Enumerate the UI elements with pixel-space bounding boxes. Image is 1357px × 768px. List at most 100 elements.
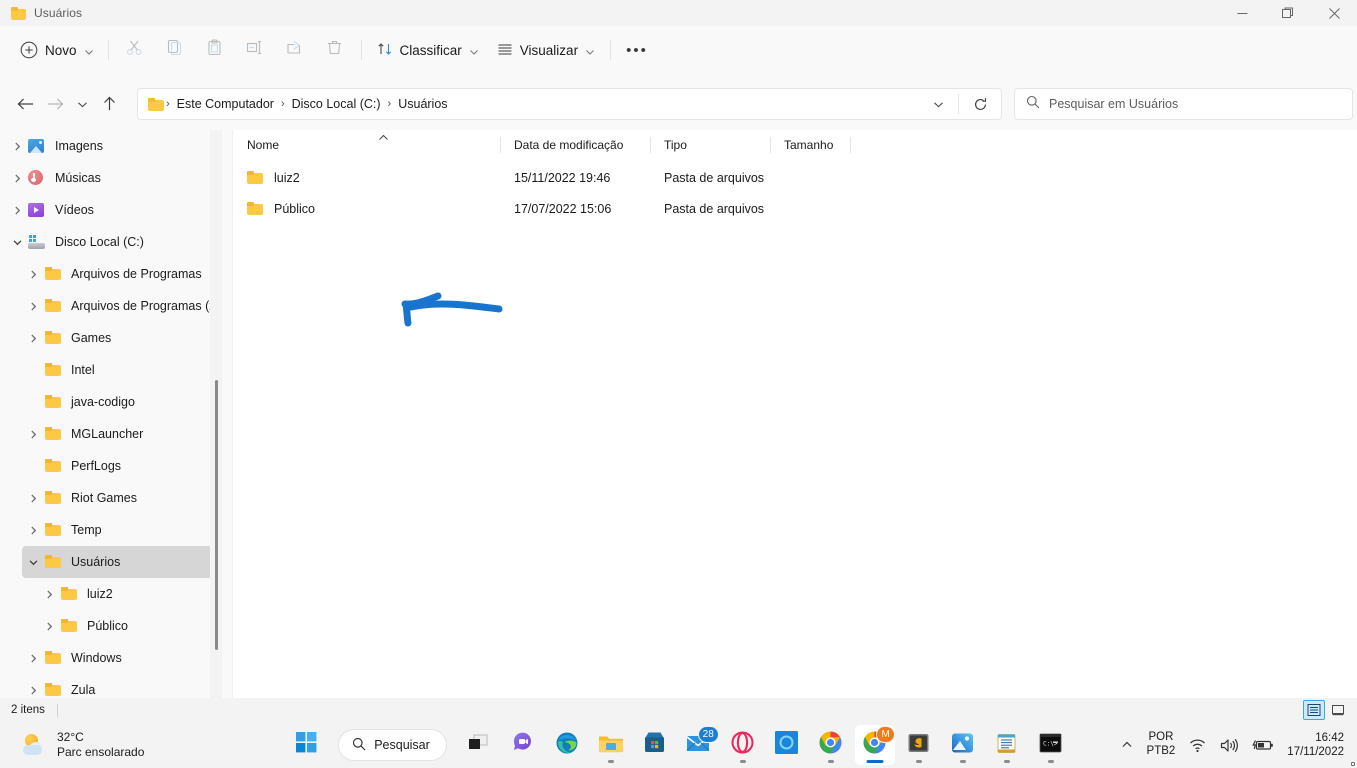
chevron-right-icon[interactable] [22, 258, 44, 290]
file-explorer-window: Usuários Novo Classificar Visualizar •••… [0, 0, 1357, 722]
chevron-right-icon[interactable] [22, 418, 44, 450]
chrome-icon [819, 731, 842, 759]
more-options-button[interactable]: ••• [617, 34, 657, 66]
new-button-label: Novo [45, 42, 77, 58]
tray-overflow-button[interactable] [1114, 728, 1140, 762]
taskbar-app-file-explorer[interactable] [591, 725, 631, 765]
breadcrumb-item-0[interactable]: Este Computador [172, 94, 279, 114]
sidebar-item-arquivos-de-programas-x86[interactable]: Arquivos de Programas (x86) [22, 290, 222, 322]
search-input[interactable]: Pesquisar em Usuários [1014, 88, 1353, 120]
chevron-right-icon[interactable] [6, 162, 28, 194]
sidebar-item-disco-local-c[interactable]: Disco Local (C:) [6, 226, 214, 258]
sidebar-item-imagens[interactable]: Imagens [6, 130, 214, 162]
up-button[interactable] [94, 89, 124, 119]
taskbar-app-photos[interactable] [943, 725, 983, 765]
taskbar-app-chrome-profile[interactable] [811, 725, 851, 765]
address-dropdown-button[interactable] [926, 89, 950, 119]
delete-button[interactable] [315, 34, 355, 66]
taskbar-app-microsoft-edge[interactable] [547, 725, 587, 765]
refresh-button[interactable] [965, 89, 995, 119]
sidebar-item-m-sicas[interactable]: Músicas [6, 162, 214, 194]
chevron-right-icon[interactable] [6, 194, 28, 226]
sort-button[interactable]: Classificar [368, 34, 488, 66]
video-icon [28, 202, 46, 218]
column-header-name[interactable]: Nome [233, 130, 500, 159]
sidebar-item-riot-games[interactable]: Riot Games [22, 482, 214, 514]
taskbar-search-label: Pesquisar [374, 738, 430, 752]
taskbar-app-mail[interactable]: 28 [679, 725, 719, 765]
minimize-button[interactable] [1219, 0, 1265, 26]
system-tray: POR PTB2 16:42 17/11/2022 [1114, 722, 1357, 768]
taskbar-app-task-view[interactable] [459, 725, 499, 765]
column-header-size[interactable]: Tamanho [770, 130, 850, 159]
sidebar-item-p-blico[interactable]: Público [38, 610, 214, 642]
chevron-right-icon[interactable] [22, 514, 44, 546]
share-button[interactable] [275, 34, 315, 66]
sidebar-scrollbar-thumb[interactable] [215, 380, 218, 650]
chevron-right-icon[interactable] [22, 482, 44, 514]
paste-button[interactable] [195, 34, 235, 66]
chevron-right-icon[interactable] [22, 290, 44, 322]
chevron-right-icon[interactable] [38, 610, 60, 642]
network-button[interactable] [1182, 728, 1213, 762]
chevron-right-icon[interactable] [38, 578, 60, 610]
navigation-pane[interactable]: Imagens Músicas Vídeos Disco Local (C:) Arqu… [0, 130, 222, 698]
breadcrumb-item-2[interactable]: Usuários [393, 94, 452, 114]
taskbar-app-notepad[interactable] [987, 725, 1027, 765]
rename-button[interactable] [235, 34, 275, 66]
sidebar-item-arquivos-de-programas[interactable]: Arquivos de Programas [22, 258, 214, 290]
chevron-right-icon[interactable] [22, 674, 44, 698]
sidebar-item-windows[interactable]: Windows [22, 642, 214, 674]
sidebar-item-intel[interactable]: Intel [22, 354, 214, 386]
view-button[interactable]: Visualizar [488, 34, 604, 66]
forward-button[interactable] [40, 89, 70, 119]
large-icons-view-button[interactable] [1327, 700, 1349, 720]
chevron-right-icon[interactable] [22, 642, 44, 674]
taskbar-app-command-prompt[interactable]: C:\> [1031, 725, 1071, 765]
close-button[interactable] [1311, 0, 1357, 26]
battery-button[interactable] [1245, 728, 1281, 762]
sidebar-item-perflogs[interactable]: PerfLogs [22, 450, 214, 482]
sidebar-item-zula[interactable]: Zula [22, 674, 214, 698]
chevron-down-icon[interactable] [22, 546, 44, 578]
address-bar[interactable]: › Este Computador › Disco Local (C:) › U… [137, 88, 1002, 120]
copy-button[interactable] [155, 34, 195, 66]
maximize-button[interactable] [1265, 0, 1311, 26]
sidebar-item-mglauncher[interactable]: MGLauncher [22, 418, 214, 450]
back-button[interactable] [10, 89, 40, 119]
chevron-right-icon[interactable] [22, 322, 44, 354]
speaker-icon [1221, 738, 1239, 752]
chevron-down-icon[interactable] [6, 226, 28, 258]
file-list-pane[interactable]: Nome Data de modificação Tipo Tamanho lu… [233, 130, 1357, 698]
new-button[interactable]: Novo [16, 35, 102, 65]
chevron-right-icon[interactable] [6, 130, 28, 162]
volume-button[interactable] [1213, 728, 1245, 762]
taskbar-app-sublime-text[interactable] [899, 725, 939, 765]
clock-button[interactable]: 16:42 17/11/2022 [1281, 731, 1357, 760]
column-header-modified[interactable]: Data de modificação [500, 130, 650, 159]
sidebar-item-games[interactable]: Games [22, 322, 214, 354]
breadcrumb-item-1[interactable]: Disco Local (C:) [287, 94, 386, 114]
sidebar-item-v-deos[interactable]: Vídeos [6, 194, 214, 226]
column-divider[interactable] [850, 137, 851, 153]
language-indicator[interactable]: POR PTB2 [1140, 728, 1183, 762]
details-view-button[interactable] [1303, 700, 1325, 720]
sidebar-item-java-codigo[interactable]: java-codigo [22, 386, 214, 418]
chevron-down-icon [585, 45, 595, 55]
taskbar-app-blue-app[interactable] [767, 725, 807, 765]
recent-locations-button[interactable] [70, 89, 94, 119]
taskbar-app-chat[interactable] [503, 725, 543, 765]
start-button[interactable] [286, 725, 326, 765]
column-header-type[interactable]: Tipo [650, 130, 770, 159]
taskbar-app-chrome-m[interactable]: M [854, 725, 895, 765]
table-row[interactable]: Público 17/07/2022 15:06 Pasta de arquivos [233, 193, 1357, 224]
table-row[interactable]: luiz2 15/11/2022 19:46 Pasta de arquivos [233, 162, 1357, 193]
cut-button[interactable] [115, 34, 155, 66]
sidebar-item-temp[interactable]: Temp [22, 514, 214, 546]
taskbar-app-opera[interactable] [723, 725, 763, 765]
taskbar-app-microsoft-store[interactable] [635, 725, 675, 765]
sidebar-item-usu-rios[interactable]: Usuários [22, 546, 214, 578]
sidebar-item-luiz2[interactable]: luiz2 [38, 578, 214, 610]
show-desktop-button[interactable] [1351, 762, 1355, 766]
taskbar-search-button[interactable]: Pesquisar [338, 729, 447, 761]
